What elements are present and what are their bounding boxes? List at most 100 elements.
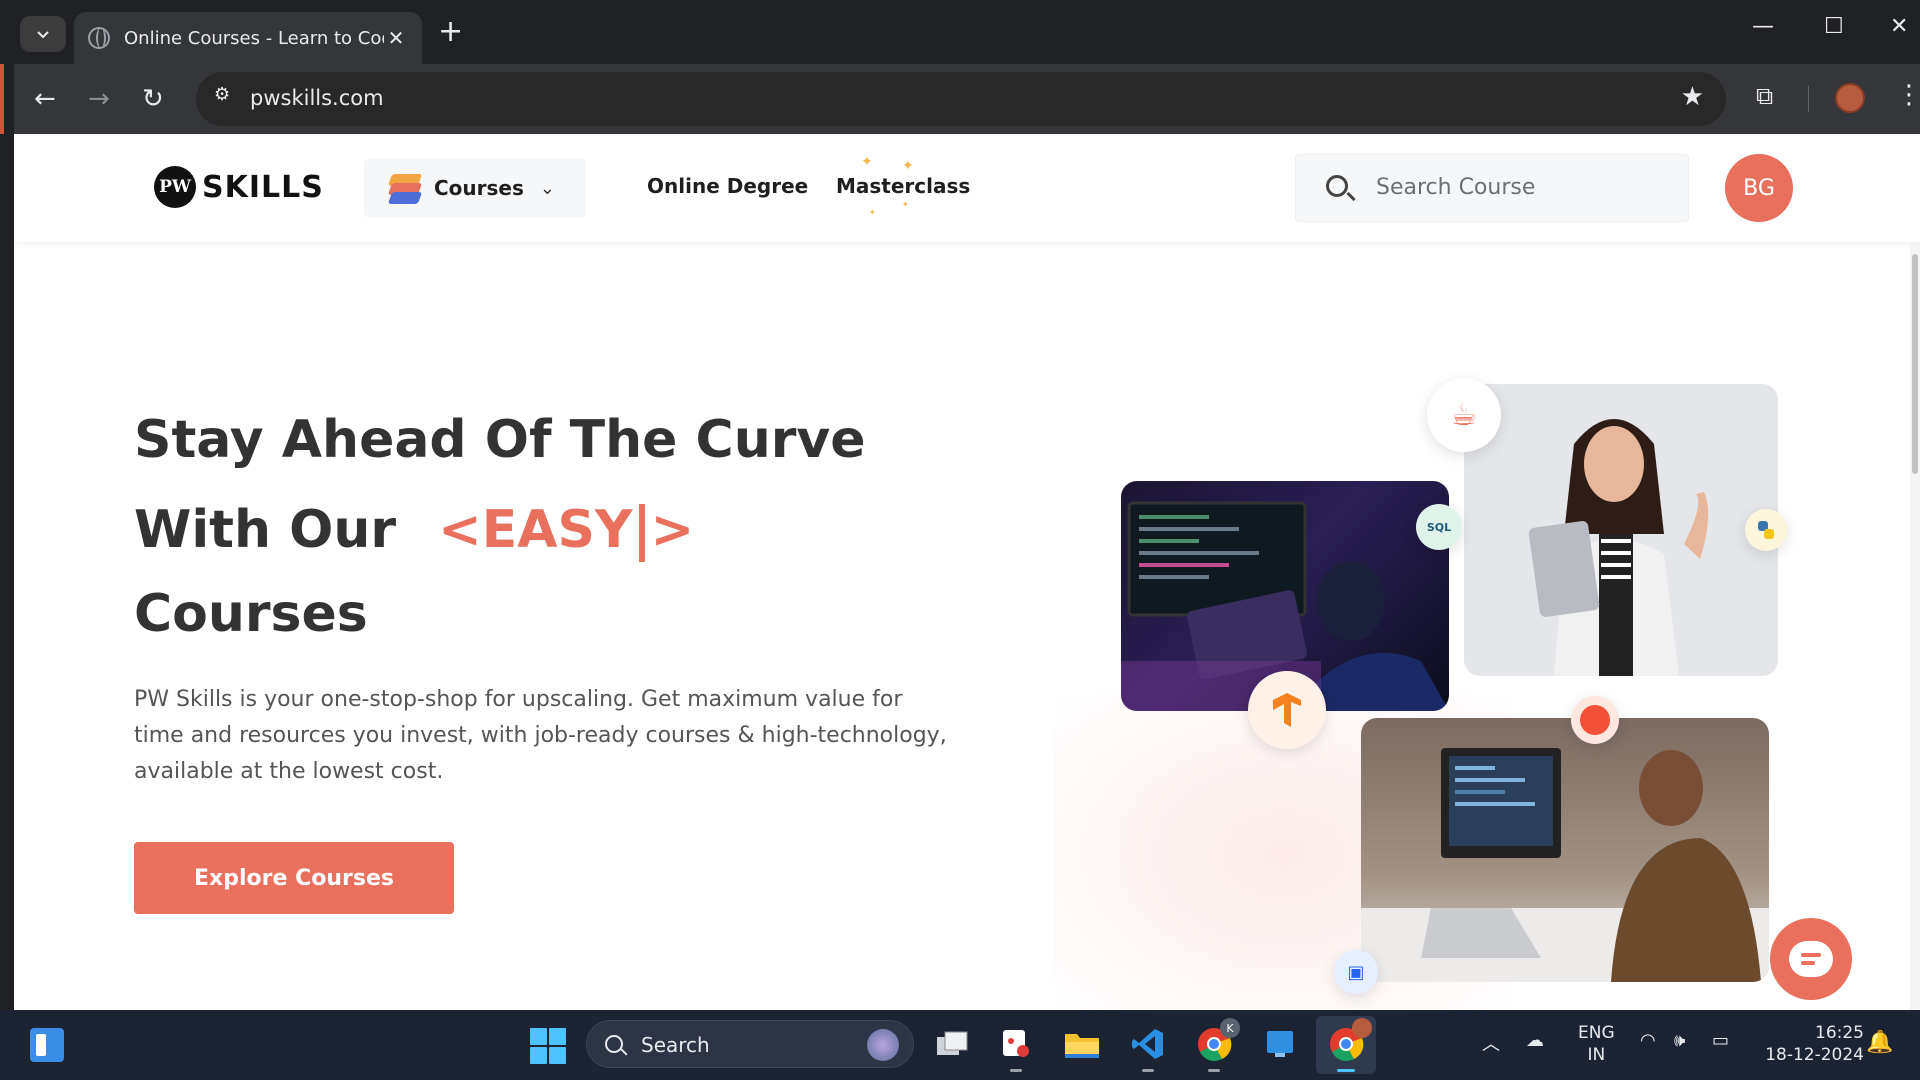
chrome-profile-k-icon[interactable]: K bbox=[1194, 1018, 1240, 1072]
extensions-icon[interactable]: ⧉ bbox=[1756, 82, 1773, 110]
edge-marker bbox=[0, 64, 4, 134]
woman-illustration bbox=[1528, 419, 1709, 676]
search-course-input[interactable]: Search Course bbox=[1295, 154, 1689, 222]
vscode-icon[interactable] bbox=[1128, 1024, 1168, 1072]
java-badge-icon: ☕ bbox=[1427, 378, 1501, 452]
sparkle-icon: ✦ bbox=[869, 208, 876, 217]
new-tab-button[interactable]: + bbox=[438, 16, 463, 48]
start-icon[interactable] bbox=[530, 1028, 566, 1064]
running-indicator bbox=[1208, 1069, 1220, 1072]
windows-app-icon[interactable] bbox=[1260, 1024, 1300, 1064]
globe-icon bbox=[88, 27, 110, 49]
tab-title: Online Courses - Learn to Code bbox=[124, 27, 384, 49]
windows-taskbar: Search K ︿ ☁ ENG IN ◠ 🕪 ▭ 16:25 18-12-20… bbox=[0, 1010, 1920, 1080]
logo-text: SKILLS bbox=[202, 169, 324, 205]
chat-support-button[interactable] bbox=[1770, 918, 1852, 1000]
onedrive-cloud-icon[interactable]: ☁ bbox=[1526, 1030, 1544, 1051]
typing-cursor bbox=[638, 504, 645, 562]
wifi-icon[interactable]: ◠ bbox=[1640, 1030, 1656, 1051]
bookmark-star-icon[interactable]: ★ bbox=[1681, 82, 1704, 112]
close-tab-icon[interactable]: ✕ bbox=[384, 26, 408, 50]
menu-kebab-icon[interactable]: ⋮ bbox=[1896, 80, 1920, 110]
search-placeholder: Search Course bbox=[1376, 175, 1536, 200]
hero-title-prefix: With Our bbox=[134, 500, 397, 560]
clock-date: 18-12-2024 bbox=[1765, 1045, 1864, 1065]
hero-highlight-close: > bbox=[650, 500, 695, 560]
browser-tab[interactable]: Online Courses - Learn to Code ✕ bbox=[74, 12, 422, 64]
hero-title-line-1: Stay Ahead Of The Curve bbox=[134, 410, 866, 470]
hero-title-line-2: With Our <EASY > bbox=[134, 500, 694, 562]
sparkle-icon: ✦ bbox=[902, 158, 914, 174]
battery-icon[interactable]: ▭ bbox=[1712, 1030, 1729, 1051]
man-desk-illustration bbox=[1361, 748, 1769, 982]
site-info-icon[interactable]: ⚙ bbox=[214, 84, 244, 114]
reload-icon[interactable]: ↻ bbox=[142, 84, 164, 114]
browser-tab-bar: Online Courses - Learn to Code ✕ + — ☐ ✕ bbox=[0, 0, 1920, 64]
snipping-tool-icon[interactable] bbox=[996, 1024, 1036, 1072]
taskbar-search-label: Search bbox=[641, 1033, 710, 1057]
profile-badge: K bbox=[1220, 1018, 1240, 1038]
hero-description: PW Skills is your one-stop-shop for upsc… bbox=[134, 687, 947, 784]
python-icon bbox=[1758, 521, 1774, 539]
courses-dropdown-button[interactable]: Courses ⌄ bbox=[364, 158, 586, 218]
page-scrollbar[interactable] bbox=[1910, 242, 1920, 1010]
address-bar[interactable]: ⚙ pwskills.com ★ bbox=[196, 72, 1726, 126]
task-view-icon[interactable] bbox=[932, 1024, 972, 1064]
nav-masterclass[interactable]: Masterclass bbox=[836, 174, 970, 198]
tab-search-button[interactable] bbox=[20, 16, 66, 52]
file-explorer-icon[interactable] bbox=[1062, 1024, 1102, 1064]
hero-highlight-word: <EASY bbox=[438, 500, 633, 560]
widgets-icon[interactable] bbox=[30, 1028, 64, 1062]
lang-code: ENG bbox=[1578, 1023, 1615, 1043]
chat-icon bbox=[1789, 941, 1833, 977]
notification-bell-icon[interactable]: 🔔 bbox=[1866, 1030, 1893, 1055]
sparkle-icon: ✦ bbox=[861, 154, 873, 170]
swift-icon bbox=[1580, 705, 1610, 735]
url-text[interactable]: pwskills.com bbox=[250, 86, 384, 110]
pw-skills-logo[interactable]: PW SKILLS bbox=[154, 166, 324, 208]
nav-online-degree[interactable]: Online Degree bbox=[647, 174, 808, 198]
input-language-indicator[interactable]: ENG IN bbox=[1578, 1022, 1615, 1066]
sql-badge-icon: SQL bbox=[1416, 504, 1462, 550]
scroll-thumb[interactable] bbox=[1912, 254, 1918, 474]
back-icon[interactable]: ← bbox=[34, 84, 56, 114]
search-icon bbox=[1326, 175, 1348, 197]
clock-time: 16:25 bbox=[1815, 1023, 1864, 1043]
chevron-down-icon bbox=[37, 31, 49, 39]
hero-title-line-3: Courses bbox=[134, 584, 368, 644]
chrome-active-icon[interactable] bbox=[1326, 1018, 1372, 1072]
minimize-icon[interactable]: — bbox=[1752, 14, 1774, 39]
profile-avatar[interactable] bbox=[1835, 83, 1865, 113]
sql-badge-label: SQL bbox=[1426, 520, 1452, 534]
search-highlight-icon bbox=[867, 1029, 899, 1061]
maximize-icon[interactable]: ☐ bbox=[1824, 14, 1844, 39]
layers-icon bbox=[387, 172, 423, 204]
sparkle-icon: ✦ bbox=[902, 200, 909, 209]
explore-courses-button[interactable]: Explore Courses bbox=[134, 842, 454, 914]
python-badge-icon bbox=[1745, 509, 1787, 551]
volume-icon[interactable]: 🕪 bbox=[1674, 1030, 1685, 1051]
user-avatar[interactable]: BG bbox=[1725, 154, 1793, 222]
pw-logo-icon: PW bbox=[154, 166, 196, 208]
man-at-desk-photo bbox=[1361, 718, 1769, 982]
close-window-icon[interactable]: ✕ bbox=[1890, 14, 1908, 39]
css-badge-icon: ▣ bbox=[1334, 950, 1378, 994]
chevron-down-icon: ⌄ bbox=[539, 177, 555, 199]
forward-icon[interactable]: → bbox=[88, 84, 110, 114]
browser-toolbar: ← → ↻ ⚙ pwskills.com ★ ⧉ ⋮ bbox=[0, 64, 1920, 134]
search-icon bbox=[605, 1035, 623, 1053]
lang-region: IN bbox=[1587, 1045, 1606, 1065]
page-viewport: PW SKILLS Courses ⌄ Online Degree Master… bbox=[14, 134, 1920, 1010]
show-hidden-icons-icon[interactable]: ︿ bbox=[1482, 1030, 1500, 1056]
running-indicator bbox=[1337, 1069, 1355, 1072]
site-header: PW SKILLS Courses ⌄ Online Degree Master… bbox=[14, 134, 1920, 242]
running-indicator bbox=[1142, 1069, 1154, 1072]
system-clock[interactable]: 16:25 18-12-2024 bbox=[1762, 1022, 1864, 1066]
swift-badge-icon bbox=[1571, 696, 1619, 744]
profile-avatar-badge bbox=[1352, 1018, 1372, 1038]
courses-label: Courses bbox=[434, 176, 524, 200]
tensorflow-icon bbox=[1273, 693, 1301, 727]
window-edge bbox=[0, 64, 14, 1010]
tensorflow-badge-icon bbox=[1248, 671, 1326, 749]
taskbar-search[interactable]: Search bbox=[586, 1020, 914, 1068]
